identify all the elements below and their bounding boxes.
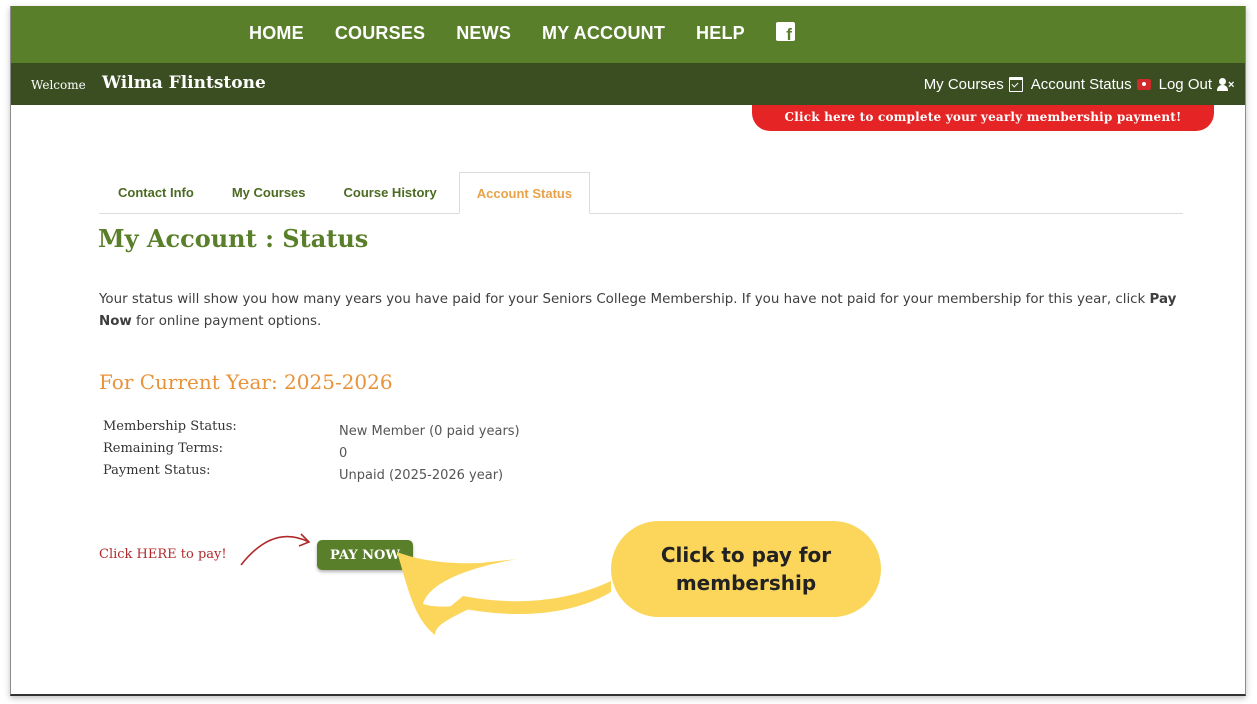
nav-my-account[interactable]: MY ACCOUNT bbox=[542, 23, 665, 44]
table-row: Remaining Terms: 0 bbox=[103, 441, 520, 463]
user-times-icon: × bbox=[1217, 77, 1235, 92]
membership-info-table: Membership Status: New Member (0 paid ye… bbox=[103, 419, 520, 485]
nav-help[interactable]: HELP bbox=[696, 23, 745, 44]
table-row: Membership Status: New Member (0 paid ye… bbox=[103, 419, 520, 441]
user-name: Wilma Flintstone bbox=[102, 73, 266, 93]
remaining-terms-label: Remaining Terms: bbox=[103, 441, 224, 456]
log-out-link[interactable]: Log Out × bbox=[1159, 76, 1235, 93]
top-navigation: HOME COURSES NEWS MY ACCOUNT HELP f bbox=[11, 6, 1245, 63]
callout-bubble: Click to pay for membership bbox=[611, 521, 881, 617]
browser-frame: HOME COURSES NEWS MY ACCOUNT HELP f Welc… bbox=[10, 6, 1246, 696]
pay-hint-text: Click HERE to pay! bbox=[99, 547, 227, 562]
account-tabs: Contact Info My Courses Course History A… bbox=[99, 172, 1183, 214]
table-row: Payment Status: Unpaid (2025-2026 year) bbox=[103, 463, 520, 485]
membership-status-value: New Member (0 paid years) bbox=[339, 424, 520, 439]
nav-news[interactable]: NEWS bbox=[456, 23, 511, 44]
red-arrowhead-icon bbox=[298, 533, 311, 547]
user-links: My Courses Account Status Log Out × bbox=[916, 76, 1235, 93]
red-arrow-icon bbox=[240, 535, 310, 566]
tab-my-courses[interactable]: My Courses bbox=[213, 172, 325, 213]
nav-courses[interactable]: COURSES bbox=[335, 23, 425, 44]
membership-status-label: Membership Status: bbox=[103, 419, 237, 434]
tab-contact-info[interactable]: Contact Info bbox=[99, 172, 213, 213]
payment-status-value: Unpaid (2025-2026 year) bbox=[339, 468, 504, 483]
current-year-heading: For Current Year: 2025-2026 bbox=[99, 370, 393, 394]
tab-account-status[interactable]: Account Status bbox=[458, 172, 591, 214]
desc-text-1: Your status will show you how many years… bbox=[99, 292, 1150, 307]
desc-text-2: for online payment options. bbox=[131, 314, 322, 329]
yellow-arrow-tail-icon bbox=[451, 581, 611, 615]
payment-status-label: Payment Status: bbox=[103, 463, 211, 478]
page-title: My Account : Status bbox=[98, 224, 369, 253]
calendar-check-icon bbox=[1008, 77, 1023, 92]
payment-reminder-banner[interactable]: Click here to complete your yearly membe… bbox=[752, 105, 1214, 131]
money-icon bbox=[1136, 79, 1151, 90]
remaining-terms-value: 0 bbox=[339, 446, 348, 461]
facebook-icon[interactable]: f bbox=[775, 22, 795, 43]
welcome-bar: Welcome Wilma Flintstone My Courses Acco… bbox=[11, 63, 1245, 105]
account-status-link[interactable]: Account Status bbox=[1031, 76, 1151, 93]
nav-home[interactable]: HOME bbox=[249, 23, 304, 44]
account-status-label: Account Status bbox=[1030, 76, 1132, 93]
yellow-arrow-icon bbox=[397, 552, 517, 635]
callout-text: Click to pay for membership bbox=[660, 543, 832, 595]
my-courses-label: My Courses bbox=[923, 76, 1004, 93]
welcome-label: Welcome bbox=[31, 78, 86, 92]
tab-course-history[interactable]: Course History bbox=[325, 172, 456, 213]
my-courses-link[interactable]: My Courses bbox=[924, 76, 1023, 93]
log-out-label: Log Out bbox=[1158, 76, 1212, 93]
pay-now-button[interactable]: PAY NOW bbox=[317, 540, 413, 570]
status-description: Your status will show you how many years… bbox=[99, 289, 1179, 333]
nav-links: HOME COURSES NEWS MY ACCOUNT HELP f bbox=[249, 22, 795, 44]
